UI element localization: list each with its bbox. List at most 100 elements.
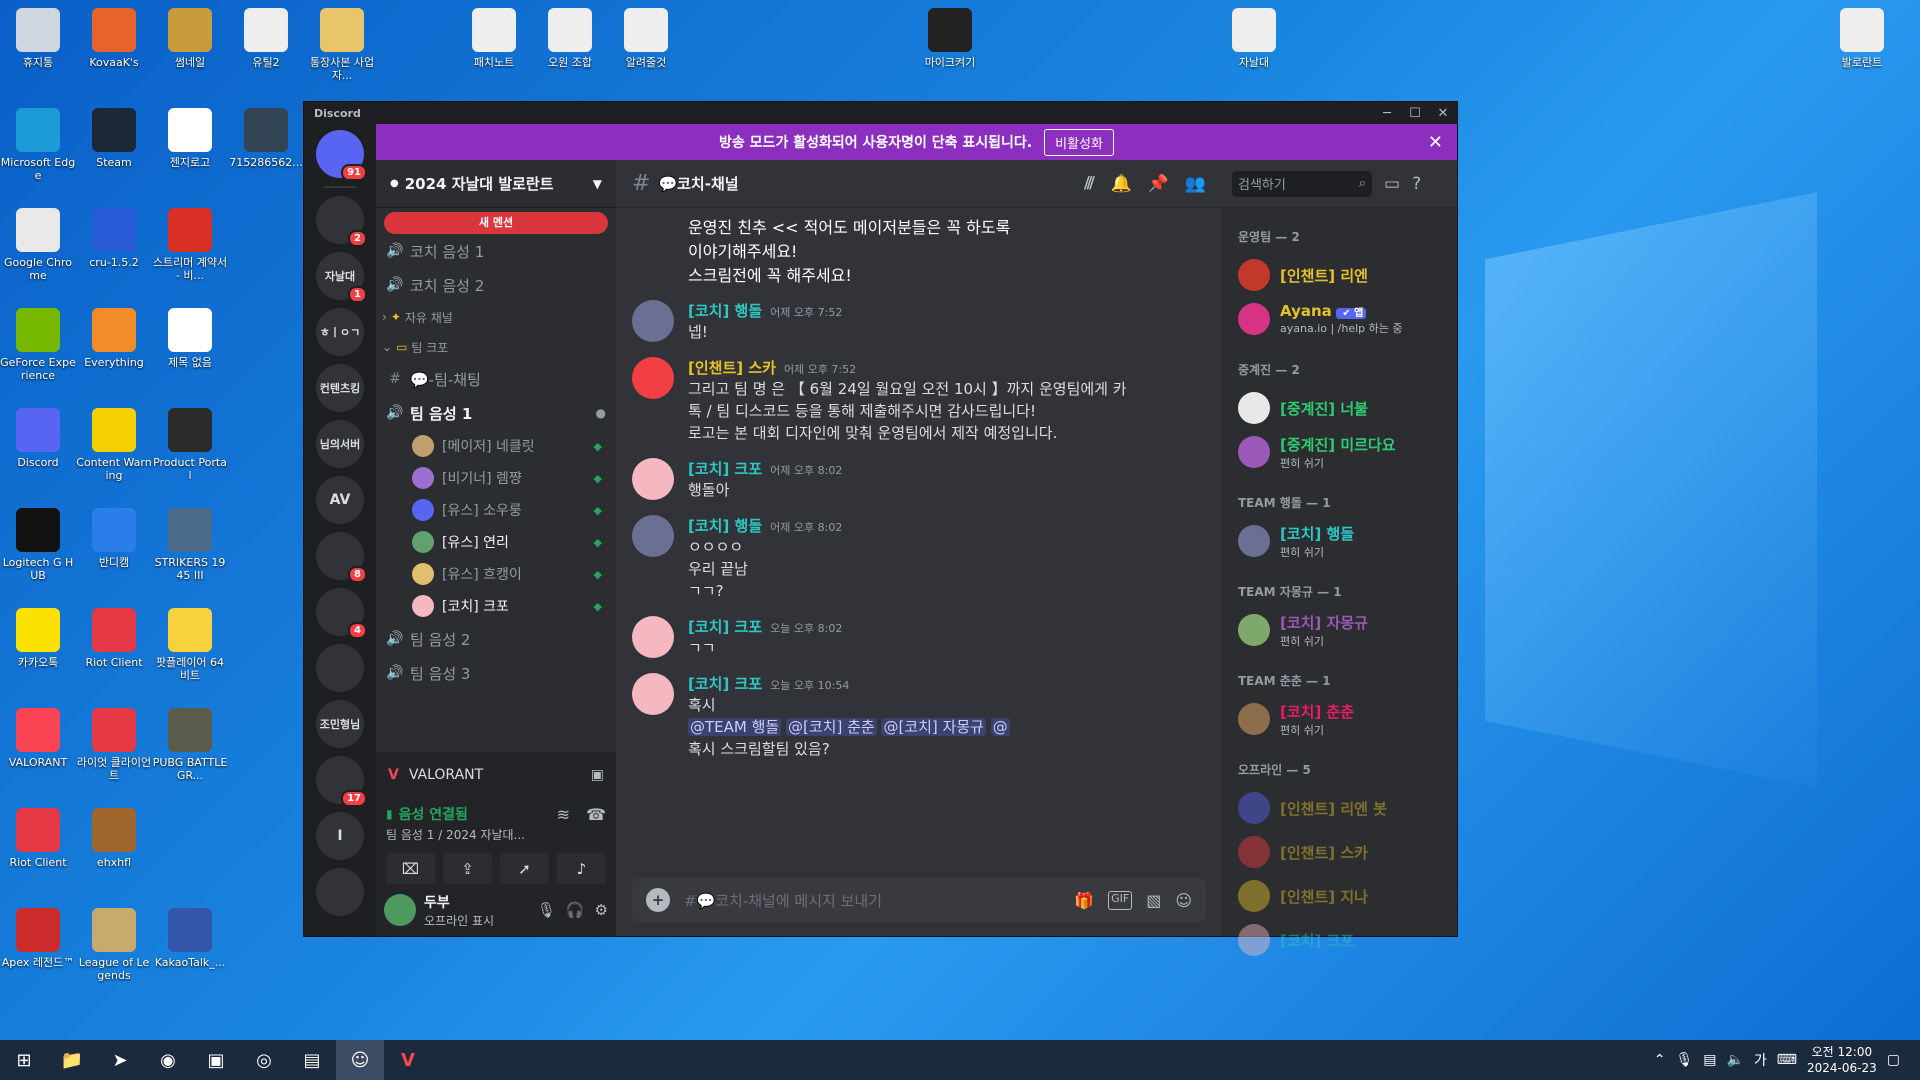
voice-user[interactable]: [유스] 연리 ◆ [376, 526, 616, 558]
desktop-icon[interactable]: Product Portal [152, 408, 228, 482]
close-icon[interactable]: ✕ [1429, 106, 1457, 121]
desktop-icon[interactable]: KovaaK's [76, 8, 152, 69]
desktop-icon[interactable]: 휴지통 [0, 8, 76, 69]
windows-icon[interactable]: ⊞ [0, 1040, 48, 1080]
desktop-icon[interactable]: 자날대 [1216, 8, 1292, 69]
member-item[interactable]: [코치] 춘춘 편히 쉬기 [1230, 697, 1449, 741]
bell-icon[interactable]: 🔔 [1110, 174, 1131, 194]
volume-icon[interactable]: 🔈 [1726, 1052, 1743, 1068]
chat-bubble-icon[interactable]: ● [596, 406, 606, 420]
server-icon[interactable]: 4 [316, 588, 364, 636]
rocket-activity-icon[interactable]: ➚ [500, 853, 549, 885]
headphones-icon[interactable]: 🎧 [566, 901, 585, 919]
desktop-icon[interactable]: 통장사본 사업자... [304, 8, 380, 82]
server-icon[interactable]: 조민형님 [316, 700, 364, 748]
network-icon[interactable]: ▤ [1703, 1052, 1716, 1068]
desktop-icon[interactable]: Logitech G HUB [0, 508, 76, 582]
notification-icon[interactable]: ▢ [1887, 1052, 1900, 1068]
desktop-icon[interactable]: 라이엇 클라이언트 [76, 708, 152, 782]
avatar[interactable] [384, 894, 416, 926]
voice-user[interactable]: [메이저] 네클릿 ◆ [376, 430, 616, 462]
desktop-icon[interactable]: cru-1.5.2 [76, 208, 152, 269]
server-icon[interactable]: 8 [316, 532, 364, 580]
voice-user[interactable]: [유스] 흐캥이 ◆ [376, 558, 616, 590]
member-item[interactable]: [인챈트] 지나 [1230, 874, 1449, 918]
desktop-icon[interactable]: Content Warning [76, 408, 152, 482]
member-item[interactable]: [코치] 자몽규 편히 쉬기 [1230, 608, 1449, 652]
voice-channel[interactable]: 🔊 팀 음성 2 [376, 622, 616, 656]
discord-icon[interactable]: ☺ [336, 1040, 384, 1080]
avatar[interactable] [632, 300, 674, 342]
gift-icon[interactable]: 🎁 [1074, 891, 1094, 910]
desktop-icon[interactable]: 반디캠 [76, 508, 152, 569]
clock[interactable]: 오전 12:00 2024-06-23 [1807, 1044, 1877, 1076]
live-icon[interactable]: ▣ [192, 1040, 240, 1080]
avatar[interactable] [632, 458, 674, 500]
gear-icon[interactable]: ⚙ [595, 901, 608, 919]
message-author[interactable]: [코치] 행돌 [688, 515, 762, 536]
banner-close-icon[interactable]: ✕ [1428, 132, 1443, 153]
members-icon[interactable]: 👥 [1185, 174, 1206, 194]
disconnect-icon[interactable]: ☎ [586, 805, 606, 824]
server-icon[interactable]: 2 [316, 196, 364, 244]
desktop-icon[interactable]: ehxhfl [76, 808, 152, 869]
message-author[interactable]: [인챈트] 스카 [688, 357, 776, 378]
chevron-up-icon[interactable]: ⌃ [1654, 1052, 1666, 1068]
desktop-icon[interactable]: 오원 조합 [532, 8, 608, 69]
microphone-icon[interactable]: 🎙 [1675, 1052, 1693, 1068]
file-explorer-icon[interactable]: 📁 [48, 1040, 96, 1080]
plus-icon[interactable]: + [646, 888, 670, 912]
member-item[interactable]: Ayana ✔ 앱 ayana.io | /help 하는 중 [1230, 297, 1449, 341]
desktop-icon[interactable]: 마이크켜기 [912, 8, 988, 69]
desktop-icon[interactable]: League of Legends [76, 908, 152, 982]
desktop-icon[interactable]: 팟플레이어 64 비트 [152, 608, 228, 682]
server-icon[interactable]: 님의서버 [316, 420, 364, 468]
help-icon[interactable]: ? [1412, 174, 1421, 194]
desktop-icon[interactable]: KakaoTalk_... [152, 908, 228, 969]
desktop-icon[interactable]: PUBG BATTLEGR... [152, 708, 228, 782]
server-icon[interactable] [316, 644, 364, 692]
desktop-icon[interactable]: 패치노트 [456, 8, 532, 69]
voice-user[interactable]: [유스] 소우룽 ◆ [376, 494, 616, 526]
new-mentions-pill[interactable]: 새 멘션 [384, 212, 608, 234]
desktop-icon[interactable]: Google Chrome [0, 208, 76, 282]
disable-streamer-mode-button[interactable]: 비활성화 [1044, 129, 1114, 156]
maximize-icon[interactable]: ☐ [1401, 106, 1429, 121]
gif-icon[interactable]: GIF [1108, 891, 1132, 910]
member-item[interactable]: [인챈트] 스카 [1230, 830, 1449, 874]
message-author[interactable]: [코치] 크포 [688, 458, 762, 479]
direct-messages-button[interactable]: 91 [316, 130, 364, 178]
member-item[interactable]: [코치] 행돌 편히 쉬기 [1230, 519, 1449, 563]
message-author[interactable]: [코치] 크포 [688, 616, 762, 637]
voice-user[interactable]: [코치] 크포 ◆ [376, 590, 616, 622]
message-input-bar[interactable]: + #💬코치-채널에 메시지 보내기 🎁 GIF ▧ ☺ [632, 878, 1206, 922]
member-item[interactable]: [중계진] 미르다요 편히 쉬기 [1230, 430, 1449, 474]
desktop-icon[interactable]: Riot Client [0, 808, 76, 869]
channel-team-voice-1[interactable]: 🔊 팀 음성 1 ● [376, 396, 616, 430]
desktop-icon[interactable]: 알려줄것 [608, 8, 684, 69]
desktop-icon[interactable]: Riot Client [76, 608, 152, 669]
desktop-icon[interactable]: VALORANT [0, 708, 76, 769]
desktop-icon[interactable]: 썸네일 [152, 8, 228, 69]
voice-channel[interactable]: 🔊 코치 음성 1 [376, 234, 616, 268]
desktop-icon[interactable]: Microsoft Edge [0, 108, 76, 182]
server-icon[interactable] [316, 868, 364, 916]
soundboard-icon[interactable]: ♪ [557, 853, 606, 885]
pin-icon[interactable]: 📌 [1148, 174, 1169, 194]
voice-user[interactable]: [비기너] 렘쨩 ◆ [376, 462, 616, 494]
member-item[interactable]: [중계진] 너불 [1230, 386, 1449, 430]
message-author[interactable]: [코치] 행돌 [688, 300, 762, 321]
voice-channel[interactable]: 🔊 코치 음성 2 [376, 268, 616, 302]
screen-share-icon[interactable]: ▣ [591, 767, 604, 783]
desktop-icon[interactable]: Everything [76, 308, 152, 369]
keyboard-icon[interactable]: ⌨ [1777, 1052, 1797, 1068]
desktop-icon[interactable]: STRIKERS 1945 III [152, 508, 228, 582]
voice-channel[interactable]: 🔊 팀 음성 3 [376, 656, 616, 690]
server-icon[interactable]: 17 [316, 756, 364, 804]
desktop-icon[interactable]: Steam [76, 108, 152, 169]
ime-label[interactable]: 가 [1754, 1050, 1767, 1070]
mention[interactable]: @[코치] 춘춘 [786, 718, 877, 736]
screen-share-icon[interactable]: ⇪ [443, 853, 492, 885]
message-author[interactable]: [코치] 크포 [688, 673, 762, 694]
avatar[interactable] [632, 515, 674, 557]
